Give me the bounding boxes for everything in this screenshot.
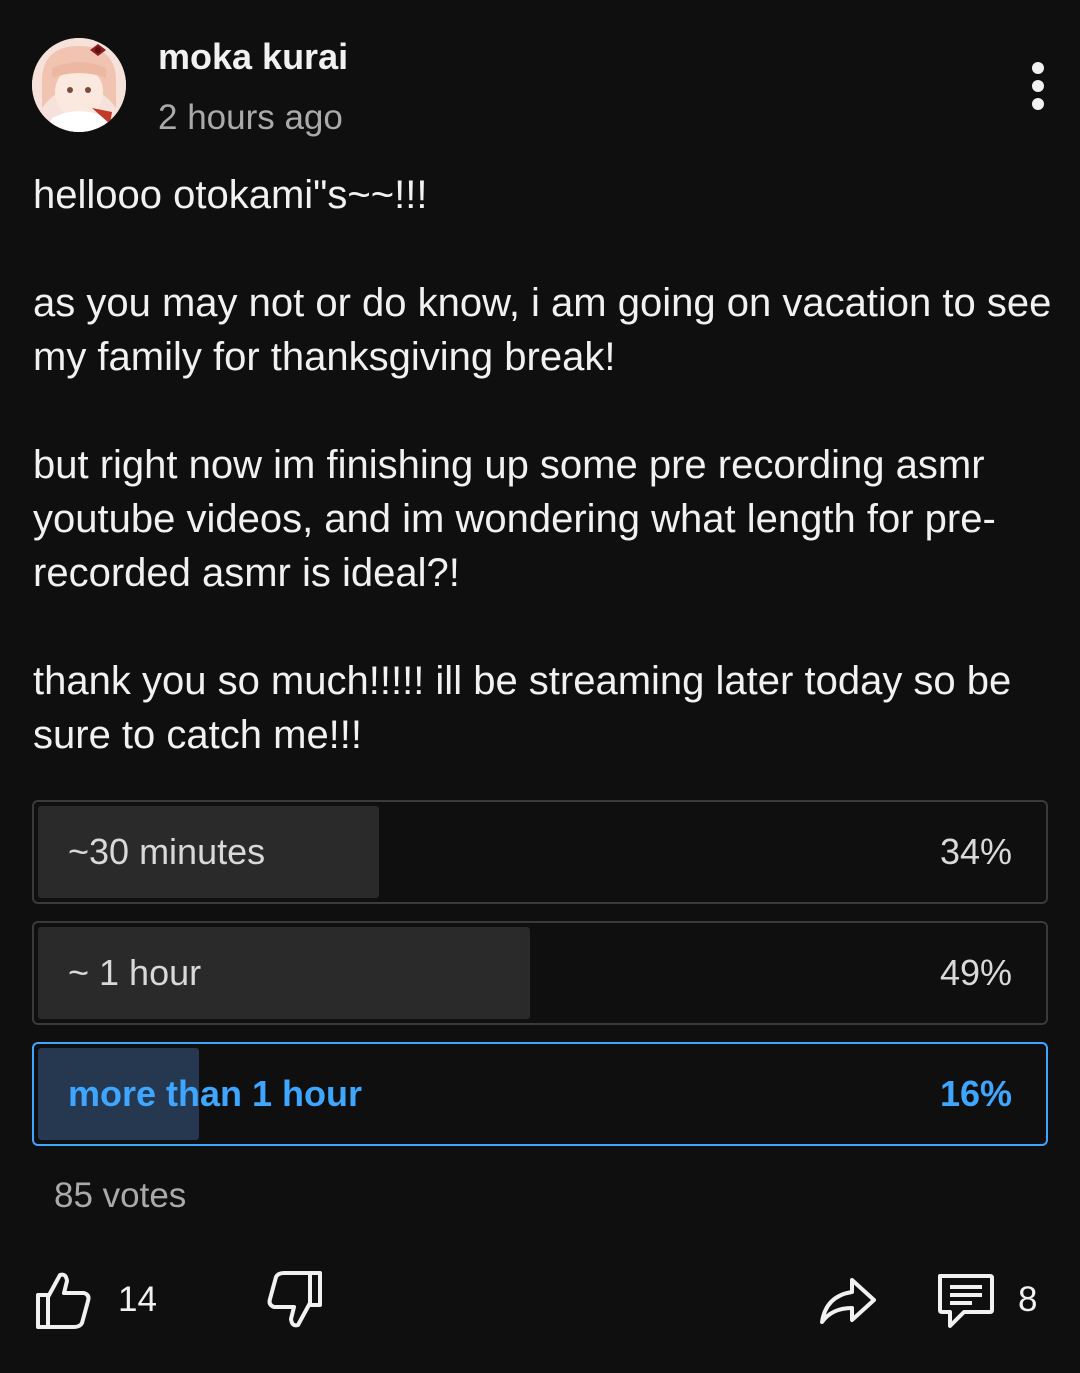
post-paragraph: but right now im finishing up some pre r… (33, 443, 996, 595)
action-bar: 14 8 (0, 1260, 1080, 1340)
like-button[interactable]: 14 (34, 1260, 157, 1340)
poll-option-label: more than 1 hour (68, 1073, 363, 1114)
comment-button[interactable]: 8 (934, 1260, 1037, 1340)
poll-option-percent: 49% (939, 952, 1012, 993)
comment-icon (938, 1274, 994, 1328)
more-options-button[interactable] (1012, 58, 1064, 114)
poll-option-percent: 16% (939, 1073, 1012, 1114)
like-count: 14 (118, 1280, 157, 1319)
post-timestamp: 2 hours ago (158, 98, 343, 137)
post-header: moka kurai 2 hours ago (0, 0, 1080, 150)
dislike-button[interactable] (266, 1260, 324, 1340)
post-body: hellooo otokami"s~~!!! as you may not or… (33, 168, 1053, 762)
poll-option[interactable]: ~30 minutes 34% (32, 800, 1048, 904)
more-vertical-icon (1032, 62, 1044, 110)
thumbs-up-icon (36, 1272, 91, 1329)
post-paragraph: as you may not or do know, i am going on… (33, 281, 1063, 379)
poll-option-label: ~30 minutes (68, 831, 266, 872)
share-icon (820, 1278, 876, 1324)
post-paragraph: thank you so much!!!!! ill be streaming … (33, 659, 1023, 757)
post-paragraph: hellooo otokami"s~~!!! (33, 173, 428, 217)
poll: ~30 minutes 34% ~ 1 hour 49% more than 1… (32, 800, 1048, 1163)
poll-option[interactable]: ~ 1 hour 49% (32, 921, 1048, 1025)
avatar[interactable] (32, 38, 126, 132)
share-button[interactable] (818, 1260, 878, 1340)
comment-count: 8 (1018, 1280, 1038, 1319)
poll-option[interactable]: more than 1 hour 16% (32, 1042, 1048, 1146)
vote-count: 85 votes (54, 1176, 187, 1215)
poll-option-label: ~ 1 hour (68, 952, 202, 993)
thumbs-down-icon (267, 1271, 322, 1328)
poll-option-percent: 34% (939, 831, 1012, 872)
author-name[interactable]: moka kurai (158, 36, 348, 78)
